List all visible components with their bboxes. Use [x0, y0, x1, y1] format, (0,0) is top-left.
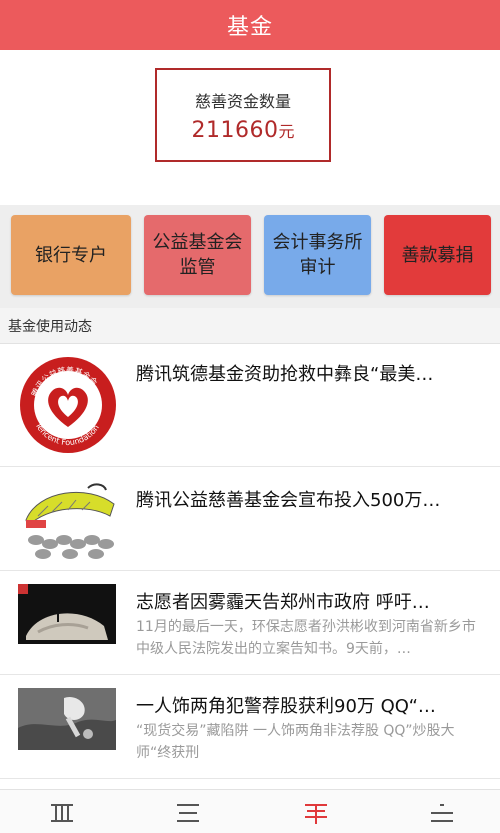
bottom-nav	[0, 789, 500, 833]
foundation-supervision-line2: 监管	[179, 257, 216, 278]
news-title[interactable]: 腾讯筑德基金资助抢救中彝良“最美…	[136, 360, 474, 386]
accounting-audit-line1: 会计事务所	[272, 232, 363, 253]
list-tab-icon[interactable]	[176, 802, 200, 824]
more-tab-icon[interactable]	[430, 802, 454, 824]
news-item[interactable]: 一人饰两角犯警荐股获利90万 QQ“… “现货交易”藏陷阱 一人饰两角非法荐股 …	[0, 676, 500, 779]
news-item[interactable]: 志愿者因雾霾天告郑州市政府 呼吁… 11月的最后一天，环保志愿者孙洪彬收到河南省…	[0, 572, 500, 675]
tencent-foundation-logo: 腾讯公益慈善基金会 Tencent Foundation	[18, 355, 118, 455]
accounting-audit-line2: 审计	[299, 257, 336, 278]
news-description: “现货交易”藏陷阱 一人饰两角非法荐股 QQ”炒股大师“终获刑	[136, 723, 455, 761]
donation-button[interactable]: 善款募捐	[384, 215, 491, 295]
news-title[interactable]: 志愿者因雾霾天告郑州市政府 呼吁…	[136, 588, 474, 614]
news-title[interactable]: 腾讯公益慈善基金会宣布投入500万…	[136, 486, 474, 512]
fund-total-card: 慈善资金数量 211660元	[155, 68, 331, 162]
fund-total-amount: 211660元	[192, 118, 295, 143]
foundation-supervision-button[interactable]: 公益基金会 监管	[144, 215, 251, 295]
grid-tab-icon[interactable]	[50, 802, 74, 824]
news-title[interactable]: 一人饰两角犯警荐股获利90万 QQ“…	[136, 692, 474, 718]
donation-label: 善款募捐	[401, 244, 474, 266]
news-item[interactable]: 腾讯公益慈善基金会宣布投入500万…	[0, 468, 500, 571]
foundation-supervision-line1: 公益基金会	[152, 232, 243, 253]
foundation-supervision-label: 公益基金会 监管	[153, 230, 243, 280]
fund-amount-unit: 元	[278, 121, 295, 141]
news-thumbnail	[18, 688, 116, 750]
app-header: 基金	[0, 0, 500, 50]
fund-total-label: 慈善资金数量	[194, 91, 291, 111]
accounting-audit-button[interactable]: 会计事务所 审计	[264, 215, 371, 295]
bank-account-button[interactable]: 银行专户	[11, 215, 131, 295]
section-title: 基金使用动态	[0, 308, 500, 344]
bank-account-label: 银行专户	[35, 244, 107, 266]
news-thumbnail	[18, 476, 118, 564]
news-item[interactable]: 腾讯公益慈善基金会 Tencent Foundation 腾讯筑德基金资助抢救中…	[0, 345, 500, 467]
news-thumbnail	[18, 584, 116, 644]
fund-tab-icon[interactable]	[304, 802, 328, 824]
page-title: 基金	[226, 15, 273, 40]
section-title-text: 基金使用动态	[8, 318, 92, 335]
news-description: 11月的最后一天，环保志愿者孙洪彬收到河南省新乡市中级人民法院发出的立案告知书。…	[136, 619, 476, 657]
fund-amount-value: 211660	[191, 117, 279, 143]
category-tiles: 银行专户 公益基金会 监管 会计事务所 审计 善款募捐	[0, 205, 500, 308]
accounting-audit-label: 会计事务所 审计	[273, 230, 363, 280]
